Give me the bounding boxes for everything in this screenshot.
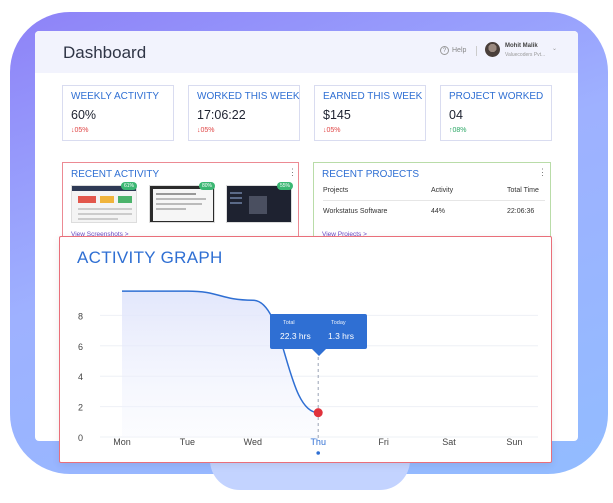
screenshot-thumbnail[interactable]: [71, 185, 137, 223]
top-bar: Dashboard ? Help Mohit Malik Valuecoders…: [35, 31, 578, 73]
activity-chart: 0 2 4 6 8 Mon Tue Wed Thu Fri Sat Sun: [78, 290, 538, 455]
stat-change: ↑08%: [449, 127, 467, 134]
x-tick-label: Mon: [113, 437, 131, 447]
y-tick-label: 2: [78, 403, 83, 413]
stat-card-project-worked: PROJECT WORKED 04 ↑08%: [440, 85, 552, 141]
x-tick-label: Sun: [506, 437, 522, 447]
y-tick-label: 8: [78, 311, 83, 321]
stat-value: 60%: [71, 108, 97, 122]
page-title: Dashboard: [63, 43, 147, 62]
stat-card-earned-this-week: EARNED THIS WEEK $145 ↓05%: [314, 85, 426, 141]
chart-tooltip: Total 22.3 hrs Today 1.3 hrs: [270, 314, 367, 356]
project-name[interactable]: Workstatus Software: [323, 208, 387, 215]
x-tick-label: Sat: [442, 437, 456, 447]
screenshot-thumbnail[interactable]: [149, 185, 215, 223]
screenshot-thumbnail[interactable]: [226, 185, 292, 223]
stat-value: $145: [323, 108, 351, 122]
x-tick-label: Wed: [244, 437, 262, 447]
stat-value: 04: [449, 108, 463, 122]
help-label: Help: [452, 47, 467, 54]
more-icon[interactable]: ⋮: [538, 167, 547, 178]
column-header-projects: Projects: [323, 187, 349, 194]
help-icon: ?: [440, 46, 449, 55]
series-area: [122, 291, 319, 437]
user-name[interactable]: Mohit Malik: [505, 43, 538, 49]
column-header-total-time: Total Time: [507, 187, 539, 194]
screenshot-image: [150, 186, 214, 222]
screenshot-activity-badge: 55%: [277, 182, 294, 190]
table-divider: [323, 200, 545, 201]
x-tick-label: Tue: [180, 437, 195, 447]
y-tick-label: 4: [78, 372, 83, 382]
project-activity: 44%: [431, 208, 446, 215]
screenshot-image: [72, 186, 136, 220]
stat-label: WORKED THIS WEEK: [197, 91, 300, 102]
stat-value: 17:06:22: [197, 108, 246, 122]
tooltip-total-value: 22.3 hrs: [280, 331, 311, 341]
screenshot-activity-badge: 61%: [121, 182, 138, 190]
column-header-activity: Activity: [431, 187, 454, 194]
selected-day-dot: [316, 451, 321, 455]
stat-change: ↓05%: [197, 127, 215, 134]
tooltip-total-label: Total: [283, 320, 295, 326]
stat-card-weekly-activity: WEEKLY ACTIVITY 60% ↓05%: [62, 85, 174, 141]
tooltip-today-label: Today: [331, 320, 346, 326]
stat-label: PROJECT WORKED: [449, 91, 544, 102]
more-icon[interactable]: ⋮: [288, 167, 297, 178]
y-tick-label: 6: [78, 342, 83, 352]
header-divider: [476, 46, 477, 56]
user-org: Valuecoders Pvt...: [505, 52, 546, 58]
stat-label: WEEKLY ACTIVITY: [71, 91, 159, 102]
screenshot-activity-badge: 80%: [199, 182, 216, 190]
chevron-down-icon[interactable]: ⌄: [552, 45, 557, 52]
screenshot-image: [227, 186, 291, 222]
x-tick-label: Thu: [310, 437, 326, 447]
tooltip-today-value: 1.3 hrs: [328, 331, 354, 341]
stat-change: ↓05%: [71, 127, 89, 134]
x-tick-label: Fri: [378, 437, 389, 447]
panel-title: RECENT ACTIVITY: [71, 169, 160, 180]
stat-change: ↓05%: [323, 127, 341, 134]
activity-graph-panel: ACTIVITY GRAPH 0 2 4 6 8 Mon Tue Wed Thu Fri Sat Su…: [59, 236, 552, 463]
highlight-point: [313, 408, 323, 418]
stat-label: EARNED THIS WEEK: [323, 91, 423, 102]
help-button[interactable]: ? Help: [440, 46, 466, 55]
panel-title: RECENT PROJECTS: [322, 169, 420, 180]
y-tick-label: 0: [78, 433, 83, 443]
stat-card-worked-this-week: WORKED THIS WEEK 17:06:22 ↓05%: [188, 85, 300, 141]
project-time: 22:06:36: [507, 208, 535, 215]
avatar[interactable]: [485, 42, 500, 57]
